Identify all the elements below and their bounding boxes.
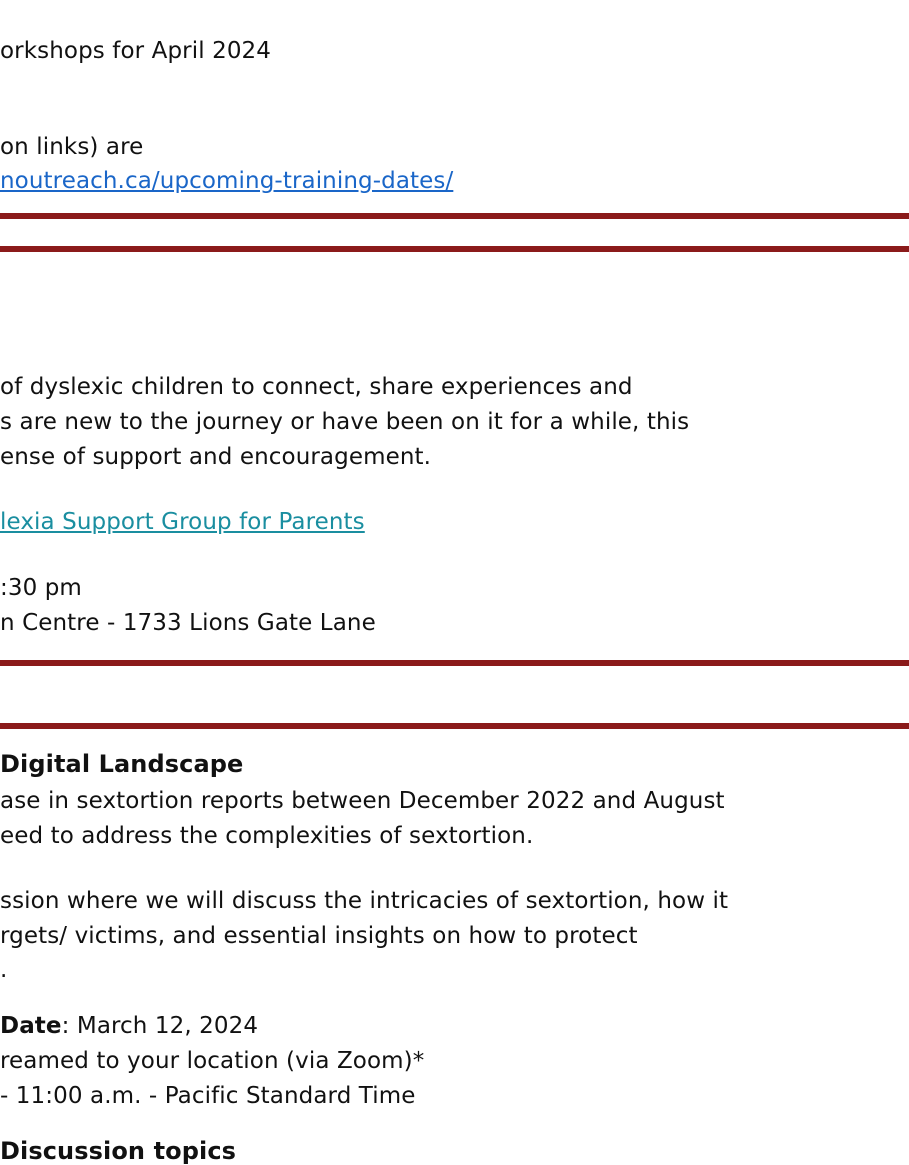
- support-group-description-line: ense of support and encouragement.: [0, 444, 432, 470]
- support-group-description-line: s are new to the journey or have been on…: [0, 409, 690, 435]
- session-description-line: .: [0, 957, 8, 983]
- training-dates-link-text[interactable]: noutreach.ca/upcoming-training-dates/: [0, 168, 453, 194]
- training-dates-link[interactable]: noutreach.ca/upcoming-training-dates/: [0, 166, 453, 196]
- section-divider: [0, 246, 909, 252]
- session-date-value: : March 12, 2024: [61, 1013, 259, 1039]
- session-streamed-note: reamed to your location (via Zoom)*: [0, 1048, 425, 1074]
- session-description-line: rgets/ victims, and essential insights o…: [0, 923, 638, 949]
- support-group-location: n Centre - 1733 Lions Gate Lane: [0, 610, 376, 636]
- workshops-heading-text: orkshops for April 2024: [0, 38, 272, 64]
- sextortion-description-line: eed to address the complexities of sexto…: [0, 823, 534, 849]
- section-divider: [0, 723, 909, 729]
- sextortion-description-line: ase in sextortion reports between Decemb…: [0, 788, 725, 814]
- session-date: Date: March 12, 2024: [0, 1011, 258, 1041]
- section-divider: [0, 660, 909, 666]
- support-group-link[interactable]: lexia Support Group for Parents: [0, 507, 365, 537]
- support-group-link-text[interactable]: lexia Support Group for Parents: [0, 509, 365, 535]
- discussion-topics-heading: Discussion topics: [0, 1137, 237, 1165]
- registration-intro-text: on links) are: [0, 134, 144, 160]
- sextortion-session-title: Digital Landscape: [0, 750, 244, 778]
- support-group-description-line: of dyslexic children to connect, share e…: [0, 374, 633, 400]
- session-time: - 11:00 a.m. - Pacific Standard Time: [0, 1083, 416, 1109]
- section-divider: [0, 213, 909, 219]
- support-group-time: :30 pm: [0, 575, 82, 601]
- session-date-label: Date: [0, 1013, 62, 1039]
- session-description-line: ssion where we will discuss the intricac…: [0, 888, 729, 914]
